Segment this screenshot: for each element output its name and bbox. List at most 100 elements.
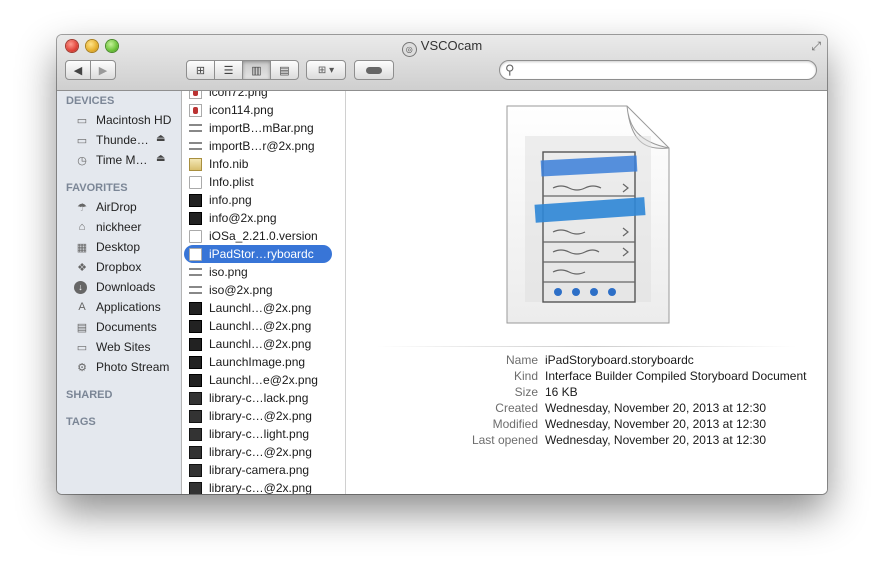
file-icon [189, 355, 202, 369]
sidebar-item-documents[interactable]: ▤ Documents [74, 318, 157, 336]
file-row[interactable]: Launchl…e@2x.png [182, 371, 345, 389]
file-icon [189, 193, 202, 207]
fullscreen-icon[interactable]: ⤢ [811, 39, 821, 54]
file-name: Launchl…@2x.png [209, 301, 312, 315]
file-icon [189, 445, 202, 459]
file-name: library-c…@2x.png [209, 481, 312, 494]
file-name: Launchl…@2x.png [209, 337, 312, 351]
info-row-kind: Kind Interface Builder Compiled Storyboa… [346, 369, 827, 385]
file-row[interactable]: library-c…light.png [182, 425, 345, 443]
file-row[interactable]: iPadStor…ryboardc [182, 245, 345, 263]
file-icon [189, 247, 202, 261]
file-row[interactable]: library-c…@2x.png [182, 443, 345, 461]
sidebar-item-desktop[interactable]: ▦ Desktop [74, 238, 140, 256]
file-row[interactable]: info.png [182, 191, 345, 209]
file-icon [189, 142, 202, 150]
sidebar-item-web-sites[interactable]: ▭ Web Sites [74, 338, 151, 356]
folder-proxy-icon[interactable]: ◎ [401, 42, 417, 57]
file-row[interactable]: iso.png [182, 263, 345, 281]
sidebar-item-airdrop[interactable]: ☂ AirDrop [74, 198, 137, 216]
back-button[interactable]: ◀ [65, 60, 91, 80]
file-name: info@2x.png [209, 211, 277, 225]
eject-icon[interactable]: ⏏ [156, 153, 165, 164]
sidebar-section-tags[interactable]: TAGS [66, 416, 96, 428]
preview-divider [376, 346, 796, 347]
time-machine-icon: ◷ [77, 154, 87, 167]
file-name: iso.png [209, 265, 248, 279]
sidebar-item-photo-stream[interactable]: ⚙ Photo Stream [74, 358, 169, 376]
cover-flow-icon: ▤ [279, 64, 290, 77]
sidebar-item-macintosh-hd[interactable]: ▭ Macintosh HD [74, 111, 172, 129]
file-name: library-c…@2x.png [209, 445, 312, 459]
file-row[interactable]: Launchl…@2x.png [182, 317, 345, 335]
sidebar-section-devices[interactable]: DEVICES [66, 95, 114, 107]
arrange-button[interactable]: ⊞ ▾ [306, 60, 346, 80]
file-icon [189, 286, 202, 294]
sidebar-item-label: Documents [96, 320, 157, 334]
file-row[interactable]: info@2x.png [182, 209, 345, 227]
icon-view-button[interactable]: ⊞ [186, 60, 215, 80]
sidebar-item-time-machine[interactable]: ◷ Time M… [74, 151, 148, 169]
list-view-icon: ☰ [223, 64, 234, 77]
search-field[interactable]: ⚲ [499, 60, 817, 80]
file-icon [189, 319, 202, 333]
file-row[interactable]: iso@2x.png [182, 281, 345, 299]
file-row[interactable]: Info.plist [182, 173, 345, 191]
file-row[interactable]: Launchl…@2x.png [182, 335, 345, 353]
file-icon [189, 427, 202, 441]
file-row[interactable]: importB…r@2x.png [182, 137, 345, 155]
sidebar-section-favorites[interactable]: FAVORITES [66, 182, 128, 194]
sidebar-item-thunderbolt[interactable]: ▭ Thunde… [74, 131, 149, 149]
list-view-button[interactable]: ☰ [214, 60, 243, 80]
window-title-text: VSCOcam [420, 38, 483, 53]
search-icon: ⚲ [505, 62, 515, 77]
info-value: Wednesday, November 20, 2013 at 12:30 [545, 433, 767, 447]
file-column: icon72.png icon114.png importB…mBar.png imp… [182, 91, 346, 494]
file-row[interactable]: Info.nib [182, 155, 345, 173]
info-value: 16 KB [545, 385, 578, 399]
sidebar-item-downloads[interactable]: ↓ Downloads [74, 278, 155, 296]
file-name: Launchl…@2x.png [209, 319, 312, 333]
file-name: library-camera.png [209, 463, 310, 477]
info-label: Name [505, 353, 538, 367]
file-row[interactable]: icon114.png [182, 101, 345, 119]
gear-icon: ⚙ [77, 361, 87, 374]
dropbox-icon: ❖ [77, 261, 87, 274]
eject-icon[interactable]: ⏏ [156, 133, 165, 144]
file-row[interactable]: LaunchImage.png [182, 353, 345, 371]
file-name: icon114.png [209, 103, 274, 117]
file-name: iso@2x.png [209, 283, 273, 297]
sidebar-item-dropbox[interactable]: ❖ Dropbox [74, 258, 141, 276]
desktop-icon: ▦ [76, 241, 88, 254]
sidebar-item-label: Time M… [96, 153, 148, 167]
file-row[interactable]: iOSa_2.21.0.version [182, 227, 345, 245]
file-row[interactable]: library-c…lack.png [182, 389, 345, 407]
file-name: LaunchImage.png [209, 355, 306, 369]
sidebar-item-nickheer[interactable]: ⌂ nickheer [74, 218, 142, 236]
sidebar-item-label: Photo Stream [96, 360, 170, 374]
file-row[interactable]: importB…mBar.png [182, 119, 345, 137]
sidebar-item-applications[interactable]: A Applications [74, 298, 160, 316]
info-label: Kind [513, 369, 538, 383]
info-value: iPadStoryboard.storyboardc [545, 353, 694, 367]
info-row-created: Created Wednesday, November 20, 2013 at … [346, 401, 827, 417]
forward-button[interactable]: ▶ [90, 60, 116, 80]
file-row[interactable]: library-c…@2x.png [182, 407, 345, 425]
sidebar-section-shared[interactable]: SHARED [66, 389, 112, 401]
sidebar-item-label: Web Sites [96, 340, 151, 354]
folder-icon: ▭ [76, 341, 88, 354]
column-view-button[interactable]: ▥ [242, 60, 271, 80]
info-label: Last opened [471, 433, 538, 447]
cover-flow-view-button[interactable]: ▤ [270, 60, 299, 80]
file-row[interactable]: library-camera.png [182, 461, 345, 479]
window-title: ◎ VSCOcam [57, 38, 827, 57]
action-button[interactable] [354, 60, 394, 80]
grid-arrange-icon: ⊞ ▾ [317, 64, 335, 76]
file-name: info.png [209, 193, 252, 207]
file-row[interactable]: library-c…@2x.png [182, 479, 345, 494]
file-row[interactable]: icon72.png [182, 91, 345, 101]
info-row-size: Size 16 KB [346, 385, 827, 401]
file-row[interactable]: Launchl…@2x.png [182, 299, 345, 317]
sidebar-item-label: Macintosh HD [96, 113, 172, 127]
disk-icon: ▭ [76, 134, 88, 147]
